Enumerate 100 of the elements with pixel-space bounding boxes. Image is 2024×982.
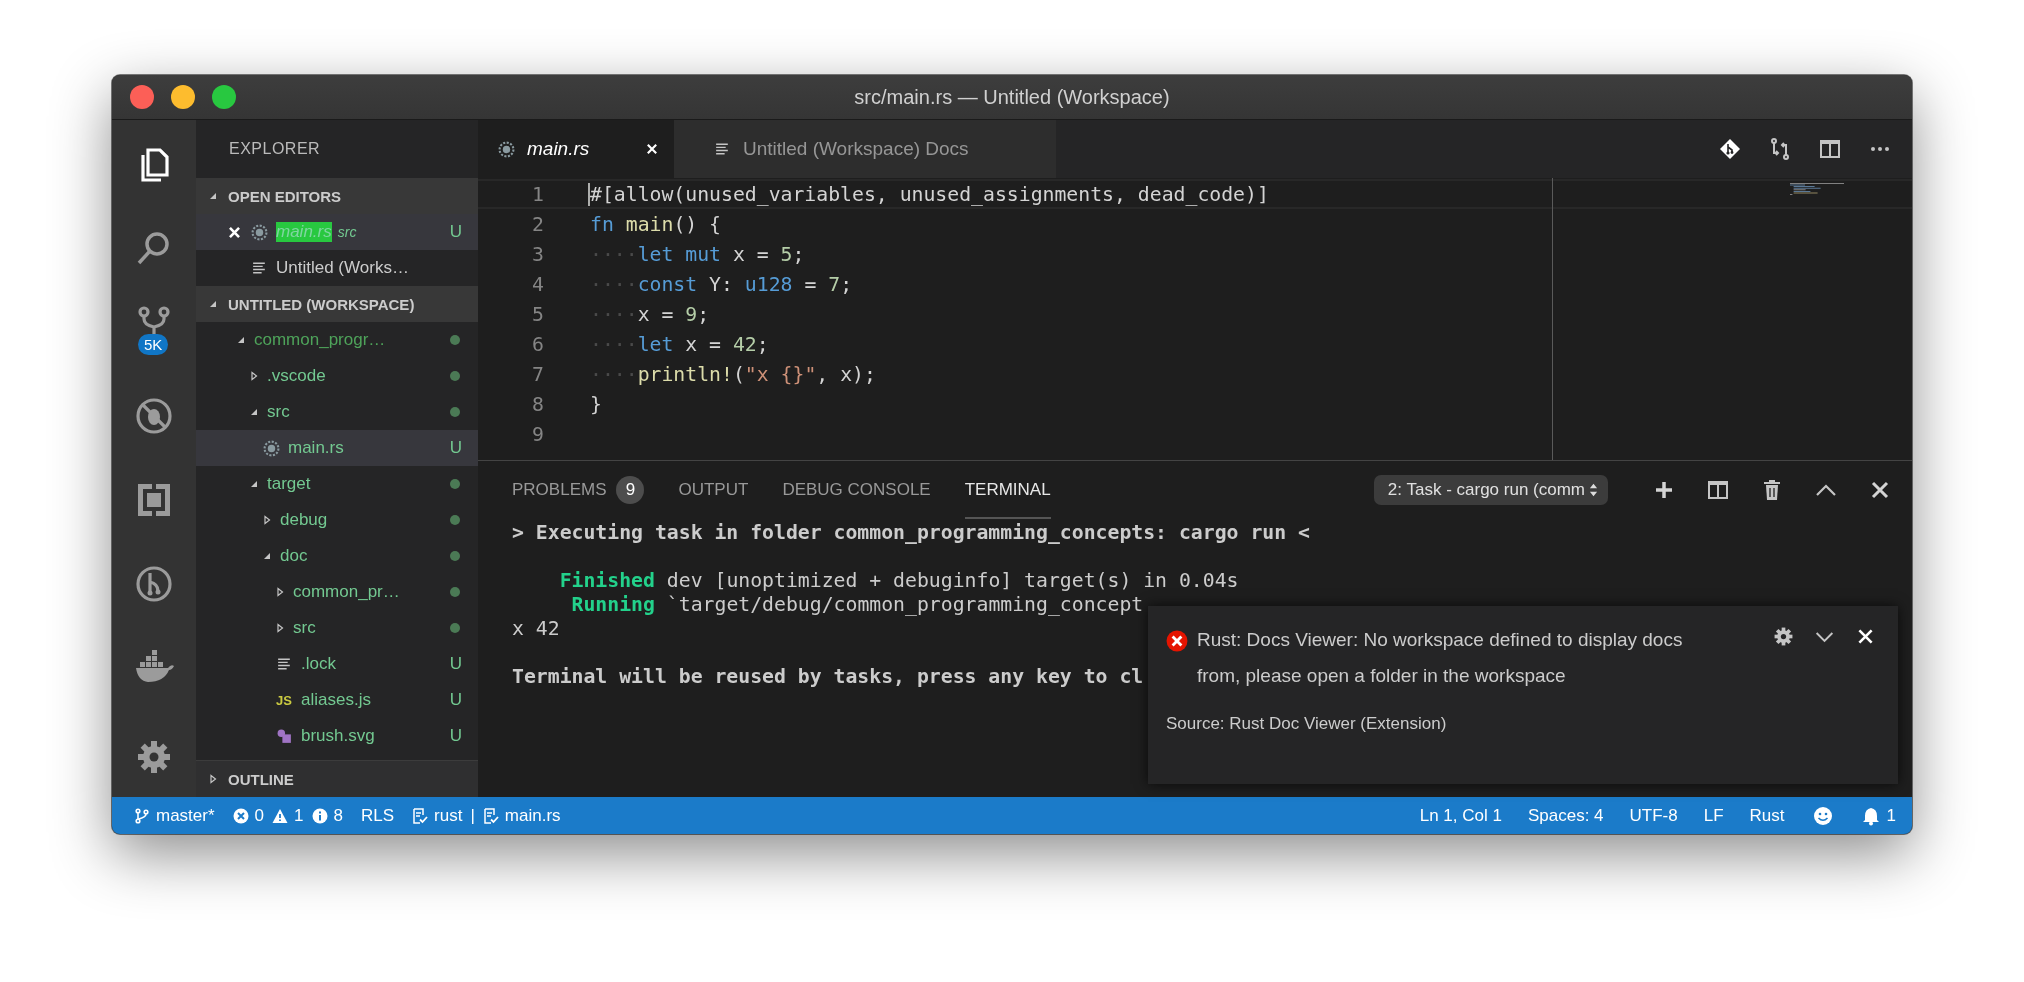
expanded-triangle-icon[interactable] [236, 335, 246, 345]
file-name: .vscode [267, 366, 326, 386]
close-icon[interactable] [227, 225, 241, 239]
status-item[interactable]: Rust [1749, 805, 1785, 826]
status-item[interactable]: Ln 1, Col 1 [1419, 805, 1502, 826]
git-status-letter: U [449, 654, 462, 674]
tree-item[interactable]: .lock U [196, 646, 478, 682]
file-name: target [267, 474, 311, 494]
notification-count[interactable]: 1 [1850, 805, 1896, 826]
tree-item[interactable]: debug [196, 502, 478, 538]
tree-item[interactable]: .vscode [196, 358, 478, 394]
split-editor-icon[interactable] [1706, 478, 1730, 502]
section-header[interactable]: OUTLINE [196, 760, 478, 797]
branch-status[interactable]: master* [134, 805, 215, 826]
file-name: src [293, 618, 316, 638]
branch-circle-icon[interactable] [134, 564, 174, 604]
shapes-icon [275, 727, 293, 745]
terminal-line: Running `target/debug/common_programming_concept [570, 593, 1144, 617]
code-line: #[allow(unused_variables, unused_assignments, dead_code)] [588, 182, 1269, 206]
status-item[interactable]: LF [1703, 805, 1724, 826]
terminal-line: Terminal will be reused by tasks, press any key to cl [512, 665, 1144, 689]
collapsed-triangle-icon[interactable] [249, 371, 259, 381]
expanded-triangle-icon [208, 191, 218, 201]
zoom-window-button[interactable] [212, 85, 236, 109]
status-item[interactable]: UTF-8 [1629, 805, 1678, 826]
line-number: 8 [531, 392, 544, 416]
terminal-dropdown[interactable]: 2: Task - cargo run (comm [1373, 475, 1608, 505]
line-number: 1 [531, 182, 544, 206]
tree-item[interactable]: src [196, 610, 478, 646]
panel-tab[interactable]: DEBUG CONSOLE [782, 461, 931, 519]
close-window-button[interactable] [130, 85, 154, 109]
task-status[interactable]: main.rs [482, 805, 561, 826]
warning-count[interactable]: 1 [272, 805, 304, 826]
status-item[interactable]: Spaces: 4 [1527, 805, 1604, 826]
line-number: 5 [531, 302, 544, 326]
code-line: } [590, 392, 602, 416]
code-line: fn main() { [590, 212, 721, 236]
collapsed-triangle-icon[interactable] [275, 587, 285, 597]
error-icon [232, 807, 249, 824]
line-number: 4 [531, 272, 544, 296]
git-status-letter: U [449, 690, 462, 710]
expanded-triangle-icon[interactable] [249, 407, 259, 417]
code-line: ····println!("x {}", x); [590, 362, 876, 386]
split-editor-icon[interactable] [1818, 137, 1842, 161]
error-count[interactable]: 0 [232, 805, 265, 826]
js-icon: JS [276, 692, 292, 708]
gear-circle-icon [262, 439, 280, 457]
smiley-icon[interactable] [1812, 805, 1833, 826]
checklist-icon [482, 807, 499, 824]
editor-tab[interactable]: Untitled (Workspace) Docs [674, 120, 1056, 178]
git-status-letter: U [449, 222, 462, 242]
file-name: aliases.js [301, 690, 371, 710]
panel-tab[interactable]: TERMINAL [964, 461, 1051, 519]
info-count[interactable]: 8 [311, 805, 343, 826]
tree-item[interactable]: main.rs U [196, 430, 478, 466]
file-name: doc [280, 546, 308, 566]
code-line: ····const Y: u128 = 7; [590, 272, 853, 296]
section-header[interactable]: UNTITLED (WORKSPACE) [196, 286, 478, 322]
file-name: main.rs [288, 438, 344, 458]
code-line: ····let x = 42; [590, 332, 769, 356]
warning-icon [272, 807, 289, 824]
tree-item[interactable]: doc [196, 538, 478, 574]
git-diamond-icon[interactable] [1718, 137, 1742, 161]
tree-item[interactable]: brush.svg U [196, 718, 478, 754]
tree-item[interactable]: common_pr… [196, 574, 478, 610]
expanded-triangle-icon[interactable] [249, 479, 259, 489]
tree-item[interactable]: target [196, 466, 478, 502]
panel-tab[interactable]: PROBLEMS 9 [512, 461, 645, 519]
gear-circle-icon [498, 140, 515, 158]
open-editor-item[interactable]: Untitled (Works… [196, 250, 478, 286]
no-bug-icon[interactable] [134, 396, 174, 436]
notification-message: Rust: Docs Viewer: No workspace defined to display docs from, please open a folder in the workspace [1197, 628, 1684, 688]
tree-item[interactable]: common_progr… [196, 322, 478, 358]
sidebar-title: EXPLORER [228, 139, 322, 159]
terminal-line: Finished dev [unoptimized + debuginfo] target(s) in 0.04s [558, 569, 1239, 593]
status-separator: | [470, 805, 475, 826]
collapsed-triangle-icon[interactable] [262, 515, 272, 525]
close-icon[interactable] [646, 143, 658, 155]
editor-tab[interactable]: main.rs [478, 120, 674, 178]
line-number: 7 [531, 362, 544, 386]
settings-icon[interactable] [1773, 626, 1794, 647]
tree-item[interactable]: src [196, 394, 478, 430]
file-name: common_pr… [293, 582, 400, 602]
count-badge: 9 [616, 476, 645, 504]
status-item[interactable]: RLS [361, 805, 395, 826]
open-editor-item[interactable]: main.rs src U [196, 214, 478, 250]
tab-title: main.rs [527, 138, 590, 160]
task-status[interactable]: rust [412, 805, 463, 826]
section-header[interactable]: OPEN EDITORS [196, 178, 478, 214]
line-number: 6 [531, 332, 544, 356]
compare-arrows-icon[interactable] [1768, 137, 1792, 161]
minimize-window-button[interactable] [171, 85, 195, 109]
file-name: debug [280, 510, 328, 530]
panel-tab[interactable]: OUTPUT [678, 461, 749, 519]
tab-title: Untitled (Workspace) Docs [743, 138, 969, 160]
expanded-triangle-icon[interactable] [262, 551, 272, 561]
expanded-triangle-icon [208, 299, 218, 309]
tree-item[interactable]: JS aliases.js U [196, 682, 478, 718]
collapsed-triangle-icon[interactable] [275, 623, 285, 633]
branch-icon [134, 807, 150, 824]
